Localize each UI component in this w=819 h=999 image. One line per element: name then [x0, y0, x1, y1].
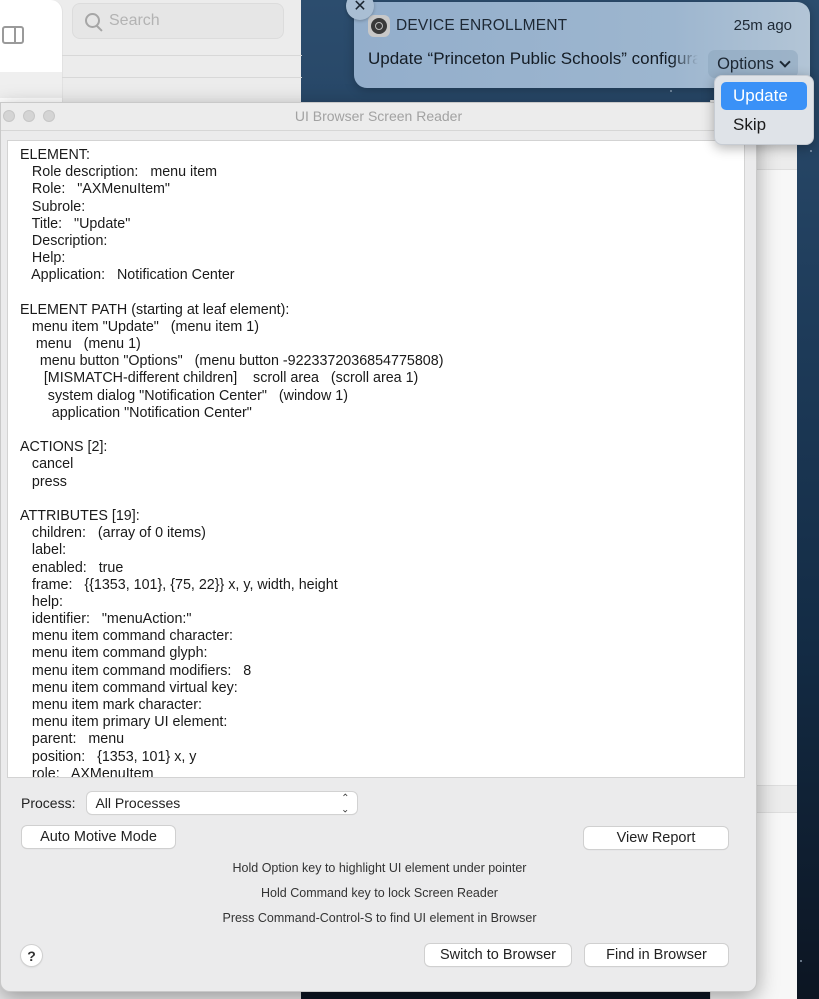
- reader-line: Application: Notification Center: [20, 267, 235, 284]
- background-sidebar: [0, 0, 63, 105]
- reader-line: label:: [20, 542, 67, 559]
- window-title: UI Browser Screen Reader: [294, 108, 463, 124]
- reader-line: ELEMENT PATH (starting at leaf element):: [20, 301, 290, 318]
- star-decoration: [810, 150, 812, 152]
- title-bar[interactable]: UI Browser Screen Reader: [1, 103, 756, 131]
- help-button[interactable]: ?: [21, 945, 42, 966]
- screen-reader-text: ELEMENT: Role description: menu item Rol…: [8, 141, 744, 778]
- view-report-button[interactable]: View Report: [584, 827, 728, 849]
- process-select-value: All Processes: [95, 795, 181, 811]
- screen-reader-text-area[interactable]: ELEMENT: Role description: menu item Rol…: [7, 140, 745, 778]
- menu-item-skip[interactable]: Skip: [721, 111, 807, 139]
- reader-line: [20, 285, 744, 302]
- reader-line: [20, 422, 744, 439]
- reader-line: Role description: menu item: [20, 164, 218, 181]
- auto-motive-mode-button[interactable]: Auto Motive Mode: [22, 826, 175, 848]
- reader-line: position: {1353, 101} x, y: [20, 748, 197, 765]
- reader-line: Title: "Update": [20, 215, 131, 232]
- reader-line: system dialog "Notification Center" (win…: [20, 387, 348, 404]
- reader-line: [20, 491, 744, 508]
- options-menu-button[interactable]: Options: [708, 50, 798, 78]
- reader-line: menu item primary UI element:: [20, 714, 228, 731]
- chevron-down-icon: [779, 56, 791, 68]
- reader-line: children: (array of 0 items): [20, 525, 206, 542]
- process-label: Process:: [21, 795, 76, 811]
- close-icon: ✕: [353, 0, 367, 15]
- process-row: Process: All Processes ⌃ ⌃: [21, 792, 358, 814]
- search-icon: [85, 13, 101, 29]
- reader-line: enabled: true: [20, 559, 124, 576]
- options-menu: Update Skip: [714, 75, 814, 145]
- background-app-window: Search: [0, 0, 302, 111]
- reader-line: Description:: [20, 232, 108, 249]
- options-label: Options: [717, 54, 774, 73]
- switch-to-browser-button[interactable]: Switch to Browser: [425, 944, 571, 966]
- reader-line: menu (menu 1): [20, 336, 141, 353]
- sidebar-toggle-icon[interactable]: [2, 26, 24, 44]
- star-decoration: [800, 960, 802, 962]
- reader-line: Role: "AXMenuItem": [20, 181, 170, 198]
- search-placeholder: Search: [109, 12, 160, 29]
- reader-line: frame: {{1353, 101}, {75, 22}} x, y, wid…: [20, 576, 338, 593]
- reader-line: menu item command modifiers: 8: [20, 662, 252, 679]
- hint-option-key: Hold Option key to highlight UI element …: [232, 861, 527, 875]
- hint-command-control-s: Press Command-Control-S to find UI eleme…: [222, 911, 537, 925]
- reader-line: parent: menu: [20, 731, 125, 748]
- reader-line: menu item command character:: [20, 628, 233, 645]
- reader-line: Subrole:: [20, 198, 86, 215]
- reader-line: identifier: "menuAction:": [20, 611, 192, 628]
- reader-line: role: AXMenuItem: [20, 765, 154, 778]
- find-in-browser-button[interactable]: Find in Browser: [585, 944, 728, 966]
- process-select[interactable]: All Processes ⌃ ⌃: [87, 792, 358, 814]
- reader-line: Help:: [20, 250, 66, 267]
- reader-line: menu item command virtual key:: [20, 679, 238, 696]
- gear-icon: [371, 18, 387, 34]
- hint-command-key: Hold Command key to lock Screen Reader: [261, 886, 498, 900]
- reader-line: ATTRIBUTES [19]:: [20, 507, 140, 524]
- reader-line: ELEMENT:: [20, 147, 90, 163]
- reader-line: application "Notification Center": [20, 404, 252, 421]
- updown-chevron-icon: ⌃ ⌃: [341, 793, 350, 814]
- star-decoration: [670, 90, 672, 92]
- notification-app-name: DEVICE ENROLLMENT: [396, 17, 568, 34]
- notification-body: Update “Princeton Public Schools” config…: [368, 49, 698, 68]
- reader-line: ACTIONS [2]:: [20, 439, 108, 456]
- reader-line: help:: [20, 593, 63, 610]
- reader-line: [MISMATCH-different children] scroll are…: [20, 370, 419, 387]
- reader-line: menu item command glyph:: [20, 645, 208, 662]
- reader-line: cancel: [20, 456, 74, 473]
- reader-line: menu item "Update" (menu item 1): [20, 318, 259, 335]
- search-field[interactable]: Search: [72, 3, 284, 39]
- notification-time: 25m ago: [733, 17, 792, 34]
- device-enrollment-app-icon: [368, 15, 390, 37]
- reader-line: menu button "Options" (menu button -9223…: [20, 353, 444, 370]
- screen-reader-window: UI Browser Screen Reader ELEMENT: Role d…: [0, 102, 757, 992]
- reader-line: menu item mark character:: [20, 697, 202, 713]
- menu-item-update[interactable]: Update: [721, 82, 807, 110]
- reader-line: press: [20, 473, 67, 490]
